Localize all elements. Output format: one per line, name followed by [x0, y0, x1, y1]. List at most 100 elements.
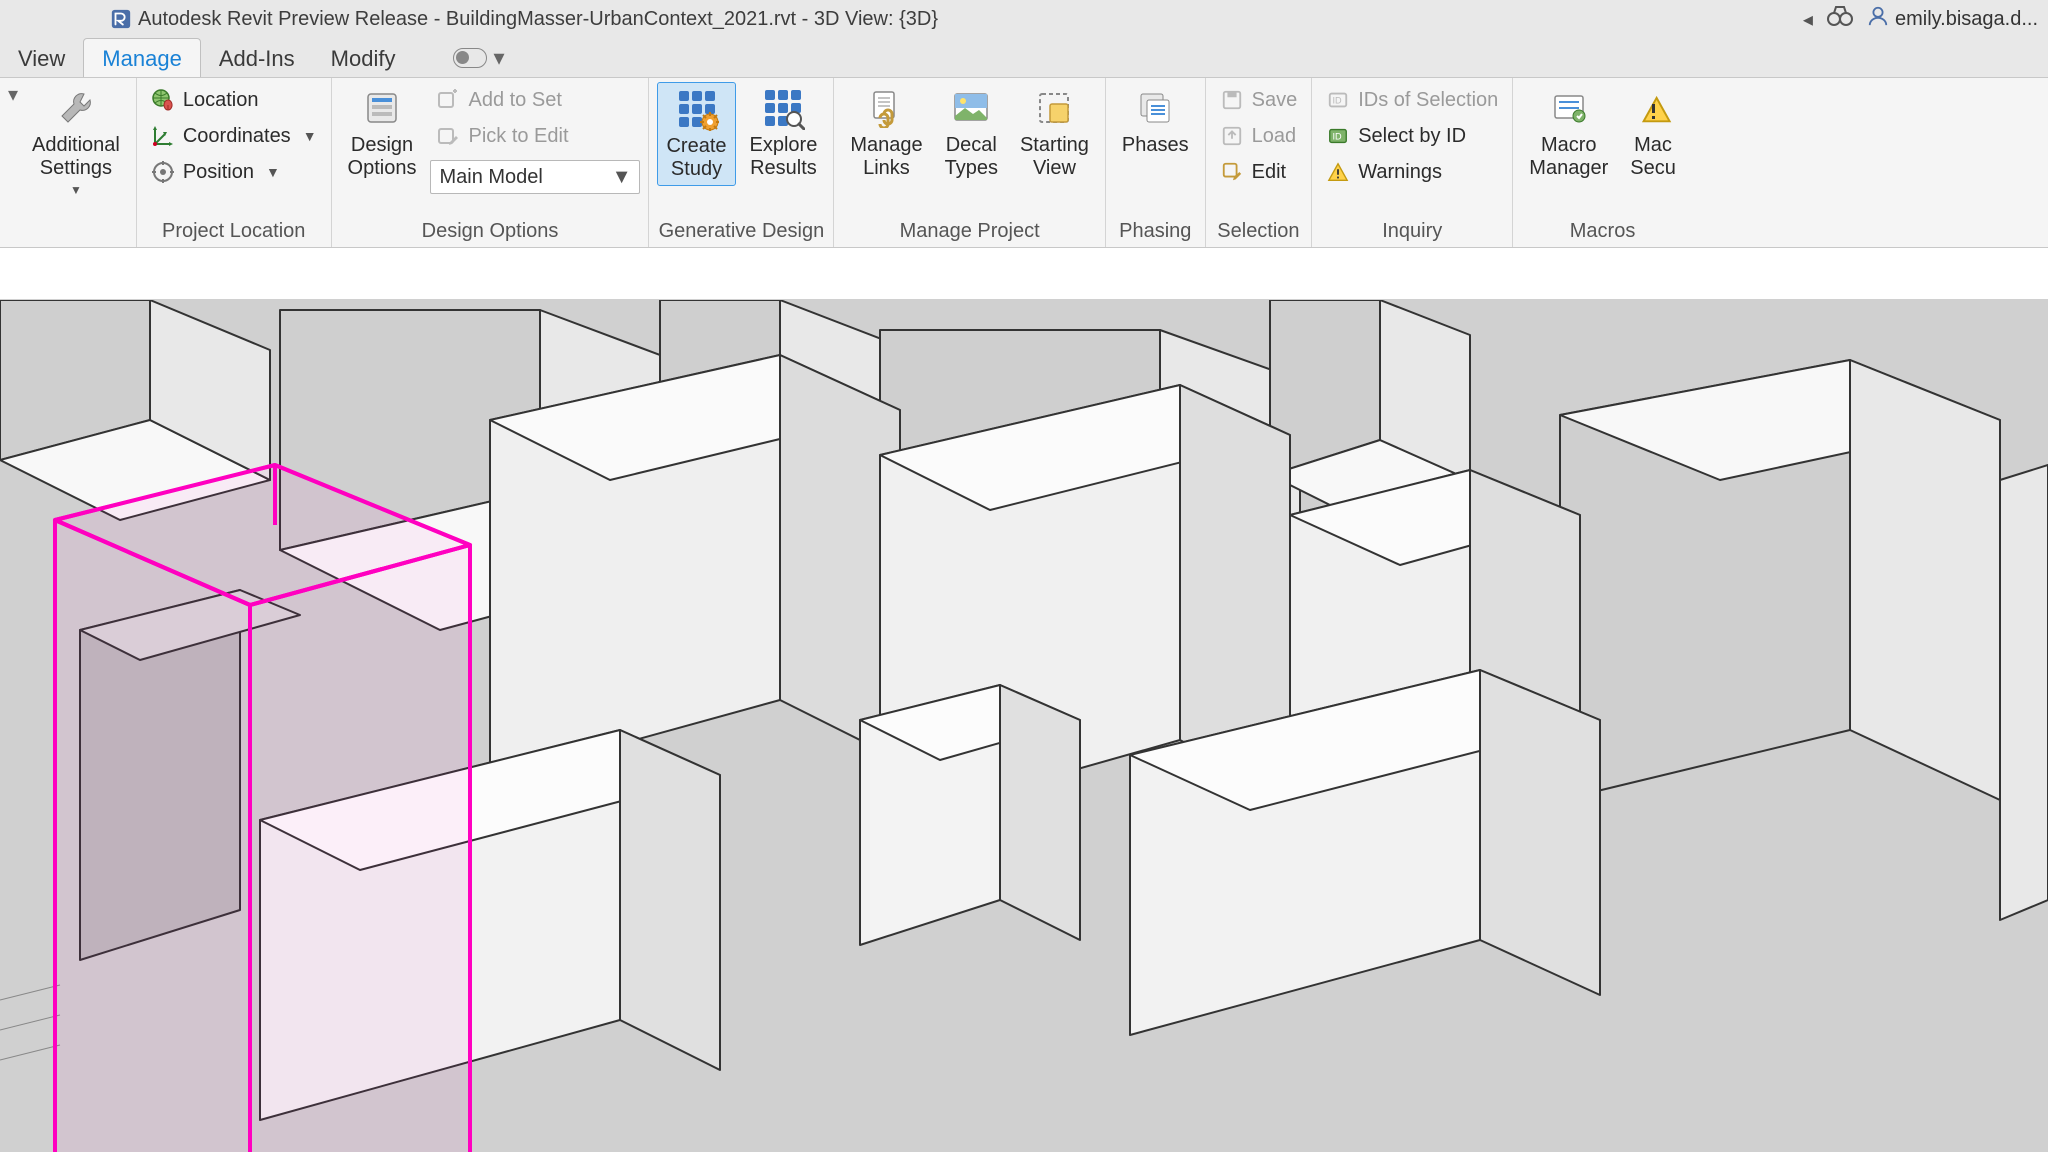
edit-sel-icon — [1220, 160, 1244, 184]
phases-label: Phases — [1122, 134, 1189, 157]
panel-label-macros: Macros — [1521, 217, 1684, 245]
warnings-label: Warnings — [1358, 161, 1442, 184]
panel-label-leading — [8, 217, 128, 245]
add-set-icon — [436, 88, 460, 112]
image-icon — [949, 86, 993, 130]
select-id-icon: ID — [1326, 124, 1350, 148]
macro-manager-label: Macro Manager — [1529, 134, 1608, 180]
nav-back-icon[interactable]: ◂ — [1803, 7, 1813, 32]
additional-settings-button[interactable]: Additional Settings ▼ — [24, 82, 128, 202]
target-icon — [151, 160, 175, 184]
warning-icon — [1326, 160, 1350, 184]
selection-edit-button[interactable]: Edit — [1214, 156, 1304, 188]
panel-label-generative-design: Generative Design — [657, 217, 825, 245]
ids-of-selection-button: ID IDs of Selection — [1320, 84, 1504, 116]
manage-links-label: Manage Links — [850, 134, 922, 180]
panel-manage-project: Manage Links Decal Types Starting View M… — [834, 78, 1106, 247]
svg-text:ID: ID — [1333, 132, 1343, 142]
load-sel-icon — [1220, 124, 1244, 148]
ribbon: ▾ Additional Settings ▼ Location — [0, 78, 2048, 248]
ids-of-selection-label: IDs of Selection — [1358, 89, 1498, 112]
3d-model-canvas — [0, 300, 2048, 1152]
create-study-label: Create Study — [666, 135, 726, 181]
axes-icon — [151, 124, 175, 148]
options-bar — [0, 248, 2048, 300]
panel-project-location: Location Coordinates ▼ Position ▼ — [137, 78, 332, 247]
coordinates-button[interactable]: Coordinates ▼ — [145, 120, 323, 152]
binoculars-icon[interactable] — [1827, 5, 1853, 33]
position-button[interactable]: Position ▼ — [145, 156, 323, 188]
warnings-button[interactable]: Warnings — [1320, 156, 1504, 188]
pick-to-edit-button: Pick to Edit — [430, 120, 640, 152]
phases-icon — [1133, 86, 1177, 130]
ids-icon: ID — [1326, 88, 1350, 112]
tab-modify[interactable]: Modify — [313, 38, 414, 77]
panel-inquiry: ID IDs of Selection ID Select by ID Warn… — [1312, 78, 1513, 247]
select-by-id-button[interactable]: ID Select by ID — [1320, 120, 1504, 152]
select-by-id-label: Select by ID — [1358, 125, 1466, 148]
user-icon — [1867, 5, 1889, 33]
3d-viewport[interactable] — [0, 300, 2048, 1152]
selection-save-button: Save — [1214, 84, 1304, 116]
panel-label-design-options: Design Options — [340, 217, 641, 245]
create-study-button[interactable]: Create Study — [657, 82, 735, 186]
position-label: Position — [183, 161, 254, 184]
chevron-down-icon: ▾ — [493, 45, 504, 71]
macro-manager-button[interactable]: Macro Manager — [1521, 82, 1616, 184]
location-label: Location — [183, 89, 259, 112]
selection-save-label: Save — [1252, 89, 1298, 112]
design-options-label: Design Options — [348, 134, 417, 180]
user-name-label: emily.bisaga.d... — [1895, 8, 2038, 31]
start-view-icon — [1032, 86, 1076, 130]
design-option-selected-value: Main Model — [439, 166, 542, 189]
macro-security-button[interactable]: Mac Secu — [1622, 82, 1684, 184]
grid-search-icon — [761, 86, 805, 130]
window-title: Autodesk Revit Preview Release - Buildin… — [138, 8, 938, 31]
panel-label-project-location: Project Location — [145, 217, 323, 245]
title-bar: Autodesk Revit Preview Release - Buildin… — [0, 0, 2048, 38]
design-option-selector[interactable]: Main Model ▼ — [430, 160, 640, 194]
additional-settings-label: Additional Settings — [32, 134, 120, 180]
tab-manage[interactable]: Manage — [83, 38, 201, 77]
starting-view-button[interactable]: Starting View — [1012, 82, 1097, 184]
toggle-switch-icon — [453, 48, 487, 68]
panel-label-phasing: Phasing — [1114, 217, 1197, 245]
chevron-down-icon: ▼ — [266, 164, 280, 180]
phases-button[interactable]: Phases — [1114, 82, 1197, 161]
chevron-down-icon: ▼ — [303, 128, 317, 144]
options-icon — [360, 86, 404, 130]
panel-expand-arrow[interactable]: ▾ — [8, 82, 18, 107]
pick-to-edit-label: Pick to Edit — [468, 125, 568, 148]
chevron-down-icon: ▼ — [612, 166, 632, 189]
link-icon — [864, 86, 908, 130]
user-account[interactable]: emily.bisaga.d... — [1867, 5, 2038, 33]
panel-label-inquiry: Inquiry — [1320, 217, 1504, 245]
add-to-set-button: Add to Set — [430, 84, 640, 116]
chevron-down-icon: ▼ — [70, 184, 82, 198]
explore-results-button[interactable]: Explore Results — [742, 82, 826, 184]
selection-load-label: Load — [1252, 125, 1297, 148]
selected-mass-box — [55, 465, 470, 1152]
manage-links-button[interactable]: Manage Links — [842, 82, 930, 184]
pick-edit-icon — [436, 124, 460, 148]
ribbon-mode-toggle[interactable]: ▾ — [453, 38, 504, 77]
save-sel-icon — [1220, 88, 1244, 112]
panel-macros: Macro Manager Mac Secu Macros — [1513, 78, 1692, 247]
explore-results-label: Explore Results — [750, 134, 818, 180]
macro-sec-icon — [1631, 86, 1675, 130]
decal-types-button[interactable]: Decal Types — [937, 82, 1006, 184]
decal-types-label: Decal Types — [945, 134, 998, 180]
selection-load-button: Load — [1214, 120, 1304, 152]
svg-text:ID: ID — [1333, 96, 1343, 106]
tab-view[interactable]: View — [0, 38, 83, 77]
add-to-set-label: Add to Set — [468, 89, 561, 112]
ribbon-tab-strip: View Manage Add-Ins Modify ▾ — [0, 38, 2048, 78]
macro-mgr-icon — [1547, 86, 1591, 130]
panel-leading: ▾ Additional Settings ▼ — [0, 78, 137, 247]
revit-app-icon — [110, 8, 132, 30]
tab-add-ins[interactable]: Add-Ins — [201, 38, 313, 77]
panel-generative-design: Create Study Explore Results — [649, 78, 834, 247]
location-button[interactable]: Location — [145, 84, 323, 116]
globe-pin-icon — [151, 88, 175, 112]
design-options-button[interactable]: Design Options — [340, 82, 425, 184]
